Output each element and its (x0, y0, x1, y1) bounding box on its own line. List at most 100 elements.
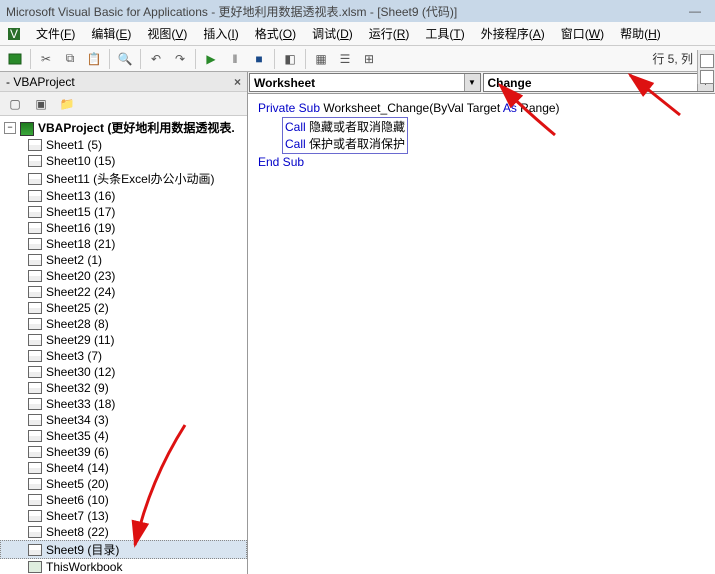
tree-item[interactable]: Sheet7 (13) (0, 508, 247, 524)
tree-item[interactable]: Sheet10 (15) (0, 153, 247, 169)
view-code-icon[interactable]: ▢ (4, 93, 26, 115)
paste-icon[interactable]: 📋 (83, 48, 105, 70)
sheet-icon (28, 398, 42, 410)
tree-item[interactable]: Sheet3 (7) (0, 348, 247, 364)
copy-icon[interactable]: ⧉ (59, 48, 81, 70)
tree-item[interactable]: Sheet2 (1) (0, 252, 247, 268)
sheet-icon (28, 462, 42, 474)
project-icon (20, 122, 34, 134)
menu-帮助[interactable]: 帮助(H) (612, 22, 669, 45)
procedure-combo[interactable]: Change ▼ (483, 73, 715, 92)
project-toolbar: ▢ ▣ 📁 (0, 92, 247, 116)
sheet-icon (28, 526, 42, 538)
sheet-icon (28, 414, 42, 426)
title-text: Microsoft Visual Basic for Applications … (6, 3, 457, 20)
tool-icon[interactable] (700, 54, 714, 68)
menu-编辑[interactable]: 编辑(E) (83, 22, 139, 45)
tool-icon[interactable] (700, 70, 714, 84)
tree-item[interactable]: Sheet13 (16) (0, 188, 247, 204)
title-bar: Microsoft Visual Basic for Applications … (0, 0, 715, 22)
tree-item[interactable]: Sheet9 (目录) (0, 540, 247, 559)
menu-外接程序[interactable]: 外接程序(A) (473, 22, 553, 45)
tree-item[interactable]: Sheet6 (10) (0, 492, 247, 508)
sheet-icon (28, 544, 42, 556)
tree-item[interactable]: Sheet35 (4) (0, 428, 247, 444)
tree-item[interactable]: Sheet4 (14) (0, 460, 247, 476)
menu-bar: V 文件(F)编辑(E)视图(V)插入(I)格式(O)调试(D)运行(R)工具(… (0, 22, 715, 46)
menu-运行[interactable]: 运行(R) (361, 22, 418, 45)
find-icon[interactable]: 🔍 (114, 48, 136, 70)
tree-item[interactable]: Sheet5 (20) (0, 476, 247, 492)
svg-text:V: V (10, 27, 18, 41)
design-mode-icon[interactable]: ◧ (279, 48, 301, 70)
project-explorer-title: - VBAProject × (0, 72, 247, 92)
sheet-icon (28, 494, 42, 506)
project-explorer-icon[interactable]: ▦ (310, 48, 332, 70)
tree-item[interactable]: Sheet8 (22) (0, 524, 247, 540)
undo-icon[interactable]: ↶ (145, 48, 167, 70)
sheet-icon (28, 238, 42, 250)
toolbar: ✂ ⧉ 📋 🔍 ↶ ↷ ▶ ‖ ■ ◧ ▦ ☰ ⊞ 行 5, 列 1 (0, 46, 715, 72)
project-root[interactable]: − VBAProject (更好地利用数据透视表. (0, 118, 247, 137)
sheet-icon (28, 430, 42, 442)
sheet-icon (28, 190, 42, 202)
tree-item[interactable]: Sheet11 (头条Excel办公小动画) (0, 169, 247, 188)
properties-icon[interactable]: ☰ (334, 48, 356, 70)
toggle-folders-icon[interactable]: 📁 (56, 93, 78, 115)
object-combo[interactable]: Worksheet ▼ (249, 73, 481, 92)
sheet-icon (28, 222, 42, 234)
sheet-icon (28, 350, 42, 362)
code-editor[interactable]: Private Sub Worksheet_Change(ByVal Targe… (248, 94, 715, 574)
sheet-icon (28, 366, 42, 378)
sheet-icon (28, 382, 42, 394)
combo-row: Worksheet ▼ Change ▼ (248, 72, 715, 94)
stop-icon[interactable]: ■ (248, 48, 270, 70)
menu-工具[interactable]: 工具(T) (417, 22, 472, 45)
tree-item[interactable]: Sheet16 (19) (0, 220, 247, 236)
tree-item[interactable]: ThisWorkbook (0, 559, 247, 574)
tree-item[interactable]: Sheet18 (21) (0, 236, 247, 252)
tree-item[interactable]: Sheet15 (17) (0, 204, 247, 220)
view-object-icon[interactable]: ▣ (30, 93, 52, 115)
tree-item[interactable]: Sheet34 (3) (0, 412, 247, 428)
sheet-icon (28, 334, 42, 346)
redo-icon[interactable]: ↷ (169, 48, 191, 70)
call-block: Call 隐藏或者取消隐藏 Call 保护或者取消保护 (282, 117, 408, 155)
sheet-icon (28, 510, 42, 522)
tree-item[interactable]: Sheet32 (9) (0, 380, 247, 396)
tree-item[interactable]: Sheet28 (8) (0, 316, 247, 332)
sheet-icon (28, 139, 42, 151)
menu-格式[interactable]: 格式(O) (247, 22, 304, 45)
chevron-down-icon[interactable]: ▼ (464, 74, 480, 91)
sheet-icon (28, 254, 42, 266)
view-excel-icon[interactable] (4, 48, 26, 70)
object-browser-icon[interactable]: ⊞ (358, 48, 380, 70)
menu-视图[interactable]: 视图(V) (139, 22, 195, 45)
tree-item[interactable]: Sheet30 (12) (0, 364, 247, 380)
tree-item[interactable]: Sheet25 (2) (0, 300, 247, 316)
collapse-icon[interactable]: − (4, 122, 16, 134)
menu-调试[interactable]: 调试(D) (304, 22, 361, 45)
sheet-icon (28, 286, 42, 298)
menu-文件[interactable]: 文件(F) (28, 22, 83, 45)
project-tree[interactable]: − VBAProject (更好地利用数据透视表. Sheet1 (5)Shee… (0, 116, 247, 574)
tree-item[interactable]: Sheet33 (18) (0, 396, 247, 412)
close-panel-icon[interactable]: × (234, 75, 241, 89)
menu-窗口[interactable]: 窗口(W) (553, 22, 612, 45)
project-explorer: - VBAProject × ▢ ▣ 📁 − VBAProject (更好地利用… (0, 72, 248, 574)
cut-icon[interactable]: ✂ (35, 48, 57, 70)
tree-item[interactable]: Sheet39 (6) (0, 444, 247, 460)
sheet-icon (28, 478, 42, 490)
tree-item[interactable]: Sheet20 (23) (0, 268, 247, 284)
tree-item[interactable]: Sheet29 (11) (0, 332, 247, 348)
tree-item[interactable]: Sheet22 (24) (0, 284, 247, 300)
right-tool-strip (697, 50, 715, 84)
minimize-button[interactable]: — (681, 4, 709, 18)
menu-插入[interactable]: 插入(I) (195, 22, 246, 45)
pause-icon[interactable]: ‖ (224, 48, 246, 70)
run-icon[interactable]: ▶ (200, 48, 222, 70)
vba-app-icon: V (4, 24, 24, 44)
sheet-icon (28, 173, 42, 185)
code-window: Worksheet ▼ Change ▼ Private Sub Workshe… (248, 72, 715, 574)
tree-item[interactable]: Sheet1 (5) (0, 137, 247, 153)
